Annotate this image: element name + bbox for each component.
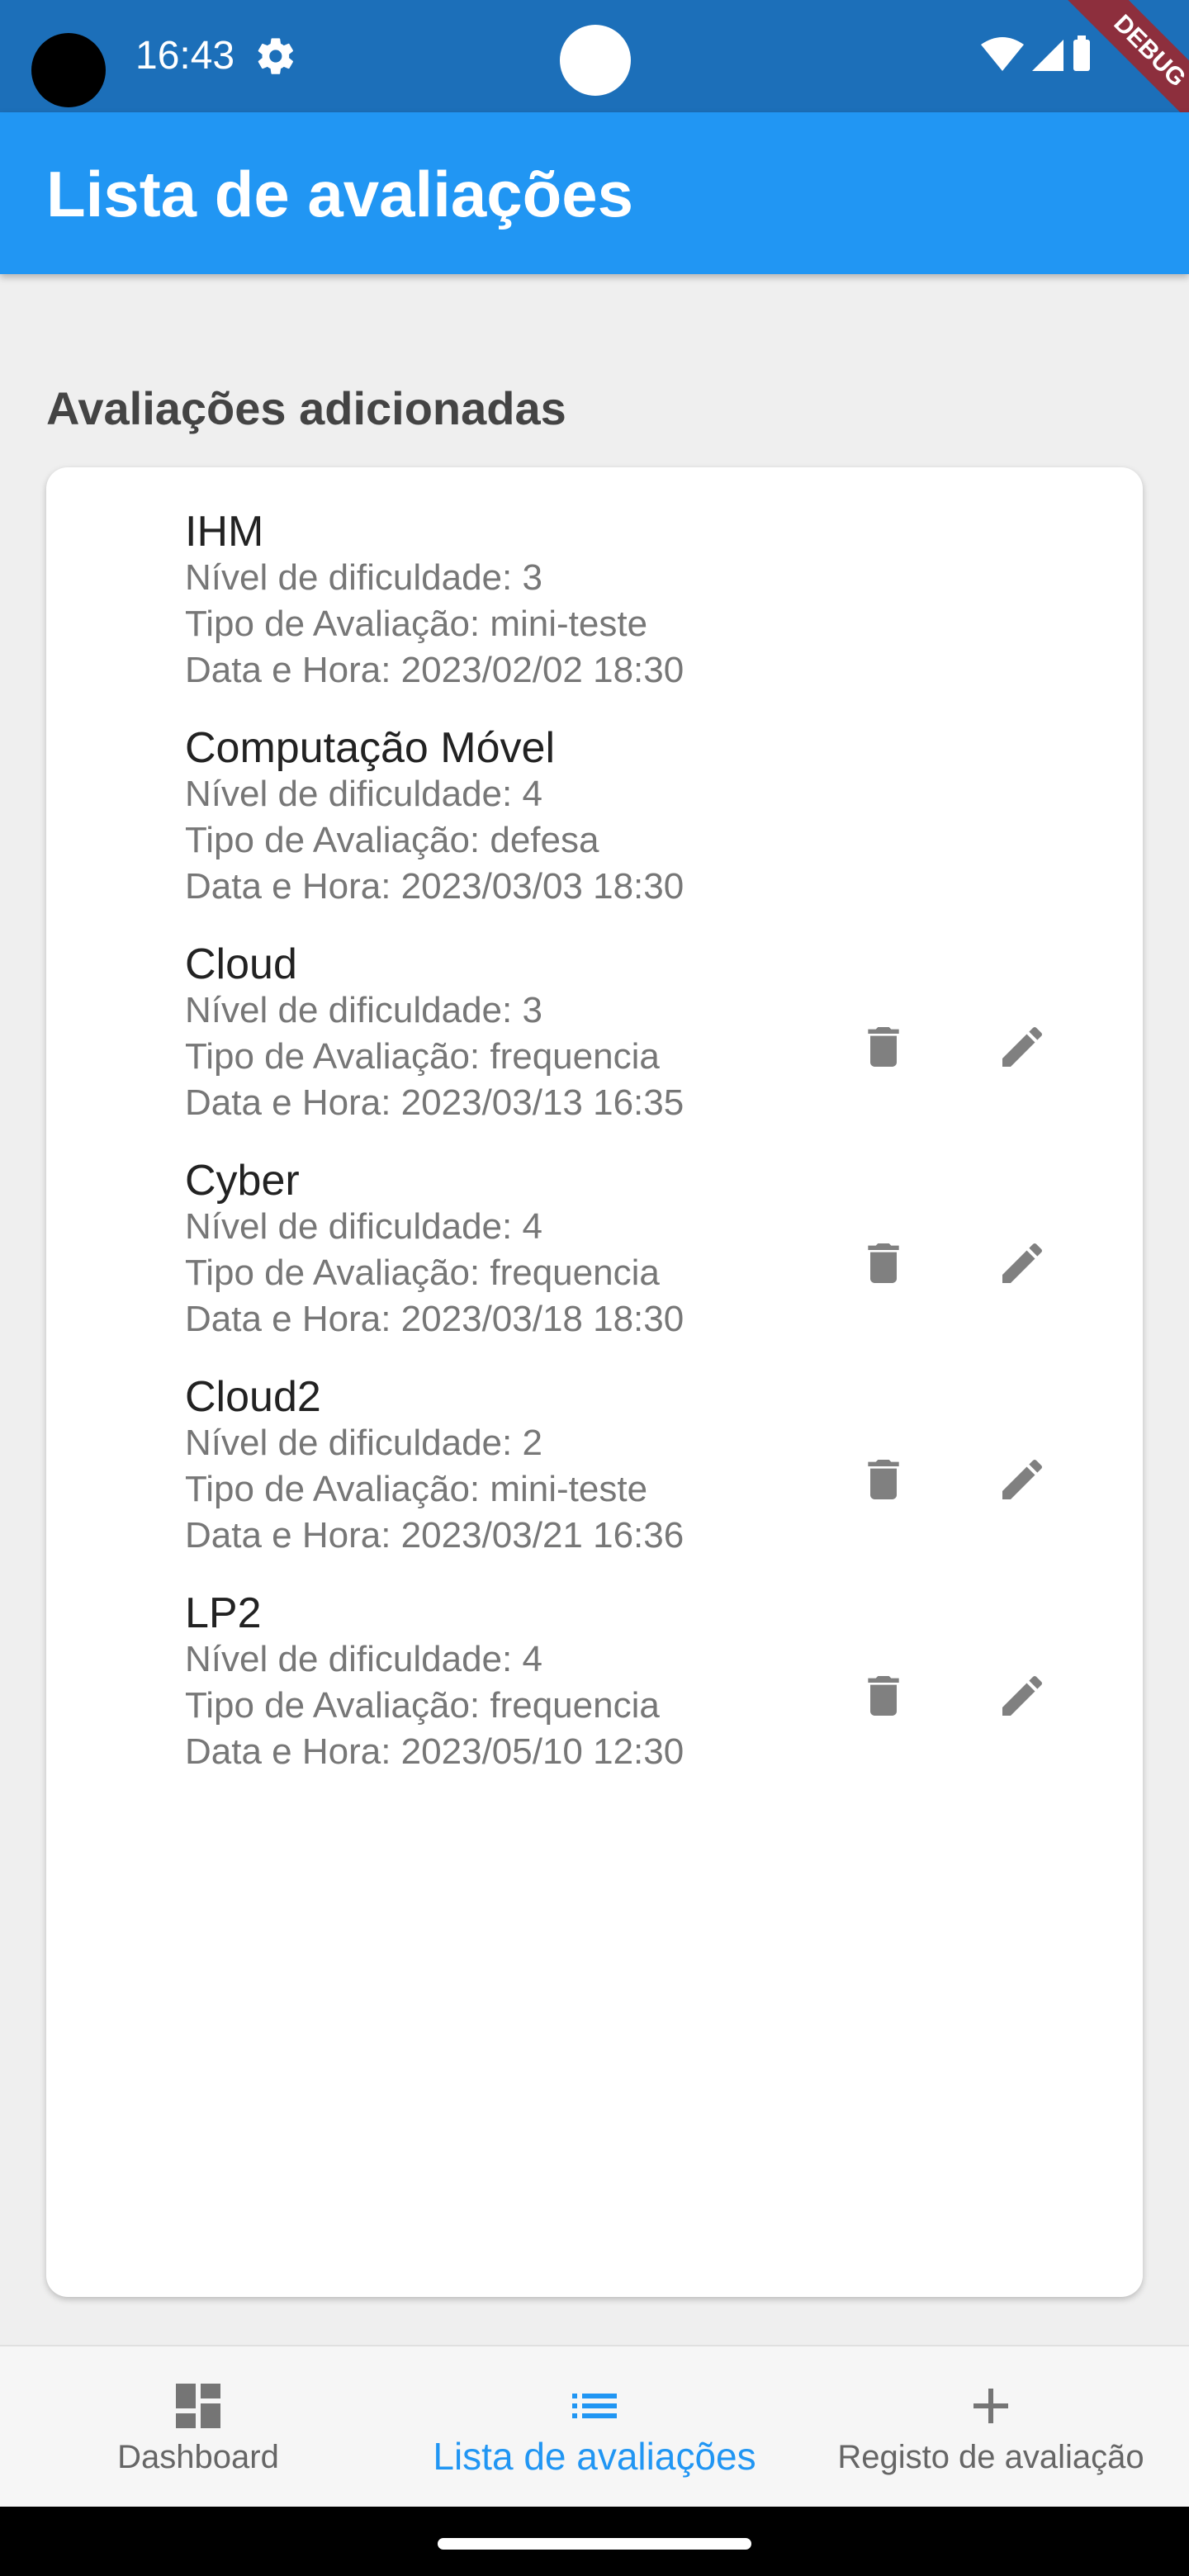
list-item: IHM Nível de dificuldade: 3 Tipo de Aval… (139, 505, 1130, 722)
evaluation-difficulty: Nível de dificuldade: 3 (185, 990, 542, 1030)
evaluation-datetime: Data e Hora: 2023/03/21 16:36 (185, 1515, 685, 1556)
list-item: Computação Móvel Nível de dificuldade: 4… (139, 722, 1130, 938)
battery-icon (1073, 36, 1090, 71)
evaluation-type: Tipo de Avaliação: frequencia (185, 1252, 660, 1293)
evaluation-datetime: Data e Hora: 2023/03/03 18:30 (185, 866, 685, 907)
nav-item-registo[interactable]: Registo de avaliação (793, 2346, 1189, 2508)
evaluation-title: LP2 (185, 1589, 262, 1637)
page-title: Lista de avaliações (46, 158, 634, 230)
edit-button[interactable] (981, 1438, 1063, 1521)
gear-icon (254, 35, 297, 82)
bottom-navigation: Dashboard Lista de avaliações Registo de… (0, 2345, 1189, 2507)
home-gesture-handle[interactable] (438, 2538, 751, 2550)
app-bar: Lista de avaliações (0, 112, 1189, 274)
edit-button[interactable] (981, 1006, 1063, 1088)
evaluation-type: Tipo de Avaliação: defesa (185, 820, 599, 860)
pencil-icon (1002, 1026, 1043, 1067)
delete-button[interactable] (842, 1655, 925, 1737)
nav-item-dashboard[interactable]: Dashboard (0, 2346, 396, 2508)
evaluation-title: Cloud2 (185, 1373, 321, 1421)
status-bar: 16:43 DEBUG (0, 0, 1189, 160)
evaluation-difficulty: Nível de dificuldade: 4 (185, 1639, 542, 1679)
nav-item-lista-de-avaliacoes[interactable]: Lista de avaliações (396, 2346, 793, 2508)
evaluation-difficulty: Nível de dificuldade: 2 (185, 1423, 542, 1463)
evaluation-datetime: Data e Hora: 2023/03/18 18:30 (185, 1299, 685, 1339)
system-icons (978, 33, 1093, 87)
trash-icon (868, 1027, 899, 1067)
section-title: Avaliações adicionadas (46, 382, 566, 434)
list-item: Cloud Nível de dificuldade: 3 Tipo de Av… (139, 938, 1130, 1154)
trash-icon (868, 1676, 899, 1716)
evaluation-type: Tipo de Avaliação: mini-teste (185, 604, 648, 644)
evaluation-title: Computação Móvel (185, 724, 555, 772)
wifi-icon (981, 37, 1024, 71)
evaluation-type: Tipo de Avaliação: frequencia (185, 1036, 660, 1077)
signal-icon (1032, 40, 1063, 71)
system-gesture-bar (0, 2507, 1189, 2576)
evaluation-type: Tipo de Avaliação: mini-teste (185, 1469, 648, 1509)
pencil-icon (1002, 1459, 1043, 1499)
edit-button[interactable] (981, 1655, 1063, 1737)
nav-label-registo: Registo de avaliação (837, 2439, 1144, 2475)
evaluation-datetime: Data e Hora: 2023/05/10 12:30 (185, 1731, 685, 1772)
pencil-icon (1002, 1675, 1043, 1716)
evaluation-title: Cyber (185, 1157, 300, 1205)
list-item: LP2 Nível de dificuldade: 4 Tipo de Aval… (139, 1587, 1130, 1803)
nav-label-dashboard: Dashboard (117, 2439, 279, 2475)
edit-button[interactable] (981, 1222, 1063, 1305)
list-icon (565, 2376, 624, 2440)
evaluation-datetime: Data e Hora: 2023/02/02 18:30 (185, 650, 685, 690)
trash-icon (868, 1243, 899, 1283)
delete-button[interactable] (842, 1438, 925, 1521)
evaluation-title: Cloud (185, 940, 297, 988)
evaluations-card: IHM Nível de dificuldade: 3 Tipo de Aval… (46, 467, 1143, 2297)
dashboard-icon (168, 2376, 228, 2440)
trash-icon (868, 1460, 899, 1499)
delete-button[interactable] (842, 1222, 925, 1305)
evaluation-difficulty: Nível de dificuldade: 4 (185, 774, 542, 814)
pencil-icon (1002, 1243, 1043, 1283)
evaluation-difficulty: Nível de dificuldade: 4 (185, 1206, 542, 1247)
list-item: Cyber Nível de dificuldade: 4 Tipo de Av… (139, 1154, 1130, 1371)
evaluation-datetime: Data e Hora: 2023/03/13 16:35 (185, 1082, 685, 1123)
evaluation-type: Tipo de Avaliação: frequencia (185, 1685, 660, 1726)
evaluation-title: IHM (185, 508, 264, 556)
status-time: 16:43 (135, 34, 235, 78)
evaluation-difficulty: Nível de dificuldade: 3 (185, 557, 542, 598)
list-item: Cloud2 Nível de dificuldade: 2 Tipo de A… (139, 1371, 1130, 1587)
add-icon (961, 2376, 1021, 2440)
delete-button[interactable] (842, 1006, 925, 1088)
front-sensor (560, 25, 631, 96)
camera-icon (31, 33, 106, 107)
nav-label-lista: Lista de avaliações (433, 2435, 756, 2478)
